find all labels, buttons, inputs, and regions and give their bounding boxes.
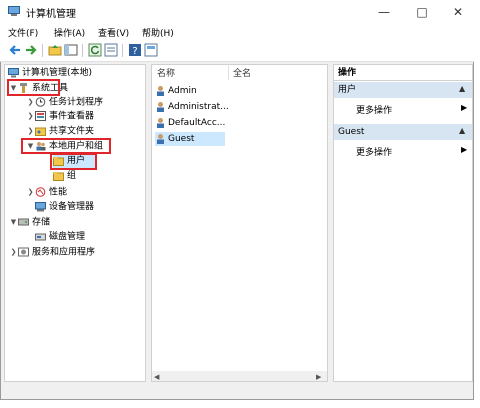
tree-label-device-manager: 设备管理器 (49, 202, 95, 212)
actions-pane (333, 64, 473, 382)
tree-item-storage[interactable]: ▼ 存储 (9, 215, 50, 229)
highlight-users (50, 153, 97, 170)
user-name: Guest (168, 134, 195, 144)
tree-label-groups: 组 (67, 171, 77, 181)
device-manager-icon (35, 201, 46, 211)
more-actions-guest[interactable]: 更多操作 (356, 145, 392, 158)
collapse-up-icon[interactable]: ▲ (459, 84, 465, 93)
storage-icon (18, 218, 29, 226)
clock-icon (35, 97, 46, 107)
chevron-right-icon[interactable]: ❯ (26, 124, 35, 138)
chevron-right-icon[interactable]: ▶ (461, 145, 467, 154)
chevron-right-icon[interactable]: ❯ (26, 109, 35, 123)
tree-item-services-apps[interactable]: ❯ 服务和应用程序 (9, 245, 95, 259)
background-edge (474, 0, 480, 408)
tree-label-disk-management: 磁盘管理 (49, 232, 86, 242)
tree-item-event-viewer[interactable]: ❯ 事件查看器 (26, 109, 94, 123)
actions-header: 操作 (334, 65, 472, 81)
menu-view[interactable]: 查看(V) (98, 26, 129, 39)
tree-item-device-manager[interactable]: 设备管理器 (35, 200, 94, 214)
show-hide-tree-icon[interactable] (64, 43, 78, 57)
chevron-down-icon[interactable]: ▼ (9, 215, 18, 229)
list-item[interactable]: DefaultAcc... (155, 116, 225, 130)
column-divider (228, 64, 229, 80)
list-item[interactable]: Administrat... (155, 100, 229, 114)
forward-icon[interactable] (24, 43, 38, 57)
user-icon (157, 134, 164, 144)
menu-file[interactable]: 文件(F) (8, 26, 38, 39)
back-icon[interactable] (8, 43, 22, 57)
highlight-system-tools (7, 79, 60, 96)
services-icon (18, 247, 29, 257)
up-folder-icon[interactable] (48, 43, 62, 57)
actions-section-guest[interactable]: Guest (334, 124, 472, 140)
user-icon (157, 86, 164, 96)
section-label: Guest (338, 127, 365, 137)
tree-item-disk-management[interactable]: 磁盘管理 (35, 230, 85, 244)
chevron-right-icon[interactable]: ❯ (9, 245, 18, 259)
horizontal-scrollbar[interactable] (152, 371, 327, 381)
refresh-icon[interactable] (88, 43, 102, 57)
minimize-button[interactable]: — (366, 0, 402, 24)
tree-label-task-scheduler: 任务计划程序 (49, 97, 104, 108)
tree-item-root[interactable]: 计算机管理(本地) (8, 66, 92, 80)
list-item[interactable]: Guest (155, 132, 225, 146)
chevron-right-icon[interactable]: ❯ (26, 185, 35, 199)
help-icon[interactable]: ? (128, 43, 142, 57)
tree-label-storage: 存储 (32, 217, 51, 228)
chevron-right-icon[interactable]: ❯ (26, 95, 35, 109)
properties-icon[interactable] (144, 43, 158, 57)
maximize-button[interactable]: □ (404, 0, 440, 24)
column-header-fullname[interactable]: 全名 (233, 66, 251, 79)
folder-icon (53, 171, 64, 181)
user-name: DefaultAcc... (168, 118, 226, 128)
tree-label-shared-folders: 共享文件夹 (49, 126, 95, 137)
tree-label-performance: 性能 (49, 187, 68, 198)
toolbar-separator (122, 44, 123, 57)
menu-help[interactable]: 帮助(H) (142, 26, 174, 39)
tree-label-root: 计算机管理(本地) (22, 68, 93, 78)
shared-folder-icon (35, 127, 46, 136)
tree-label-services-apps: 服务和应用程序 (32, 247, 96, 258)
more-actions-users[interactable]: 更多操作 (356, 103, 392, 116)
section-label: 用户 (338, 85, 357, 95)
actions-section-users[interactable]: 用户 (334, 82, 472, 98)
background-edge (0, 400, 480, 408)
toolbar-separator (82, 44, 83, 57)
column-header-name[interactable]: 名称 (157, 66, 175, 79)
performance-icon (35, 187, 46, 197)
tree-item-shared-folders[interactable]: ❯ 共享文件夹 (26, 124, 94, 138)
computer-icon (8, 67, 19, 77)
user-name: Administrat... (168, 102, 229, 112)
menu-action[interactable]: 操作(A) (54, 26, 85, 39)
tree-item-groups[interactable]: 组 (53, 169, 76, 183)
collapse-up-icon[interactable]: ▲ (459, 126, 465, 135)
chevron-right-icon[interactable]: ▶ (461, 103, 467, 112)
user-name: Admin (168, 86, 197, 96)
highlight-local-users-groups (21, 138, 111, 154)
scroll-left-icon[interactable]: ◀ (154, 373, 159, 381)
toolbar-separator (42, 44, 43, 57)
disk-icon (35, 233, 46, 240)
user-icon (157, 102, 164, 112)
svg-text:?: ? (132, 46, 137, 57)
tree-item-performance[interactable]: ❯ 性能 (26, 185, 67, 199)
tree-item-task-scheduler[interactable]: ❯ 任务计划程序 (26, 95, 103, 109)
list-item[interactable]: Admin (155, 84, 197, 98)
export-list-icon[interactable] (104, 43, 118, 57)
event-viewer-icon (35, 111, 46, 121)
scroll-right-icon[interactable]: ▶ (316, 373, 321, 381)
window-title: 计算机管理 (26, 9, 76, 20)
computer-management-icon (8, 6, 20, 16)
tree-label-event-viewer: 事件查看器 (49, 111, 95, 122)
close-button[interactable]: ✕ (440, 0, 476, 24)
user-icon (157, 118, 164, 128)
